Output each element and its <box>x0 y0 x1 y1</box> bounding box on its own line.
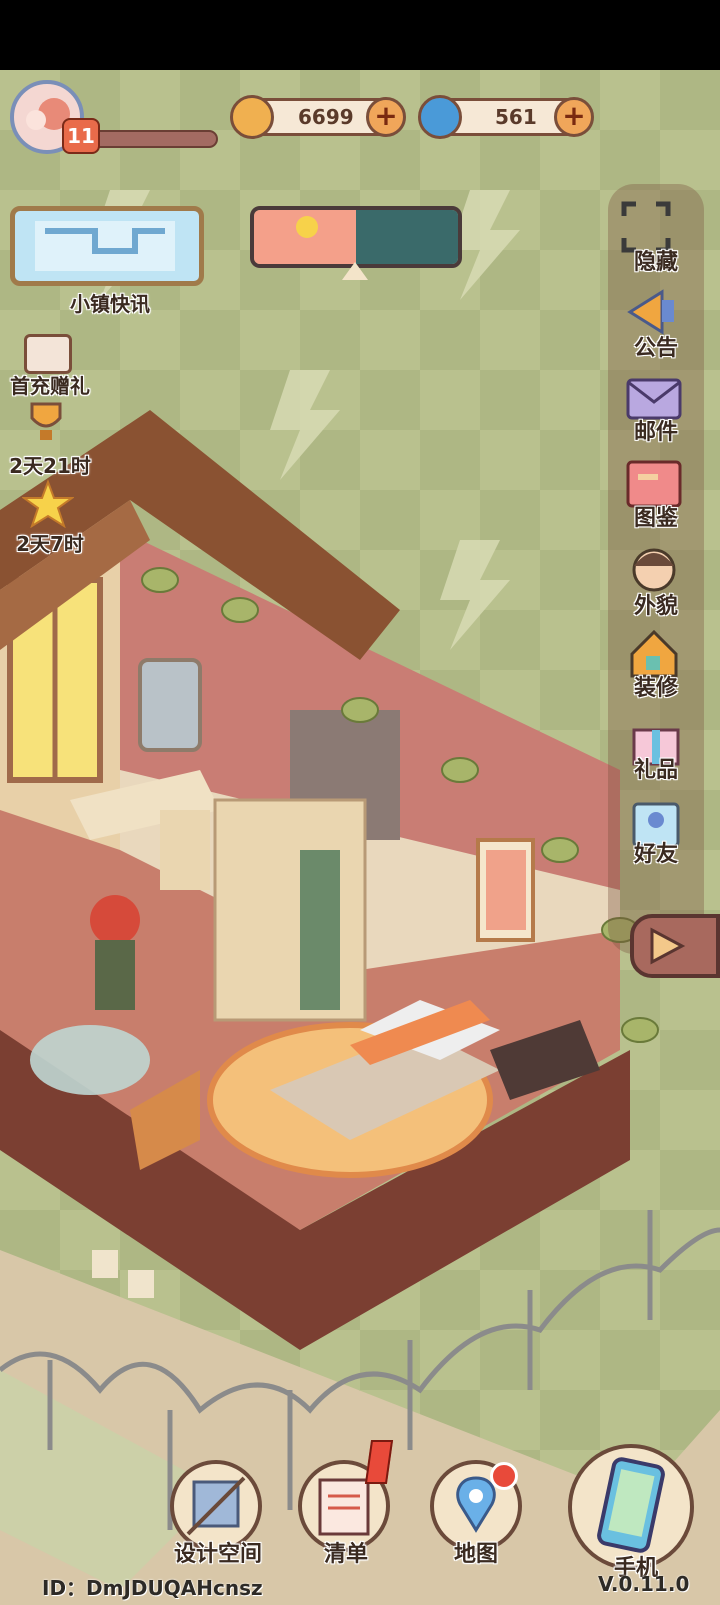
friends-label: 好友 <box>633 842 678 867</box>
hide-label: 隐藏 <box>633 250 678 275</box>
gem-icon <box>418 95 462 139</box>
time-indicator-arrow[interactable] <box>342 262 368 280</box>
appearance-label: 外貌 <box>633 594 678 619</box>
exp-bar <box>82 130 218 148</box>
player-id: ID：DmJDUQAHcnsz <box>42 1576 263 1600</box>
day-night-slider[interactable] <box>250 206 462 268</box>
add-coins-button[interactable]: + <box>366 97 406 137</box>
player-level-badge: 11 <box>62 118 100 154</box>
trophy-icon[interactable] <box>22 398 70 446</box>
renovate-label: 装修 <box>633 676 678 701</box>
version-label: V.0.11.0 <box>598 1572 690 1596</box>
star-bow-icon[interactable] <box>20 478 76 529</box>
gem-value: 561 <box>495 105 537 129</box>
map-label: 地图 <box>453 1542 498 1567</box>
town-map-thumbnail <box>35 221 175 271</box>
design-space-label: 设计空间 <box>173 1542 262 1567</box>
first-recharge-gift-icon[interactable] <box>24 334 72 374</box>
town-news-board[interactable] <box>10 206 204 286</box>
album-label: 图鉴 <box>633 506 678 531</box>
expand-panel-button[interactable] <box>630 914 720 978</box>
phone-icon <box>597 1457 665 1553</box>
status-bar <box>0 0 720 70</box>
play-arrow-icon <box>650 927 686 965</box>
list-label: 清单 <box>323 1542 368 1567</box>
gift-label: 礼品 <box>633 758 678 783</box>
sun-icon <box>296 216 318 238</box>
event-timer-2: 2天7时 <box>16 532 84 556</box>
mail-label: 邮件 <box>633 420 678 445</box>
first-recharge-label: 首充赠礼 <box>10 374 90 398</box>
announcement-label: 公告 <box>633 336 678 361</box>
coin-value: 6699 <box>298 105 354 129</box>
map-notification-dot <box>490 1462 518 1490</box>
town-news-label: 小镇快讯 <box>70 292 150 316</box>
add-gems-button[interactable]: + <box>554 97 594 137</box>
night-sky <box>356 210 458 264</box>
event-timer-1: 2天21时 <box>9 454 91 478</box>
coin-icon <box>230 95 274 139</box>
